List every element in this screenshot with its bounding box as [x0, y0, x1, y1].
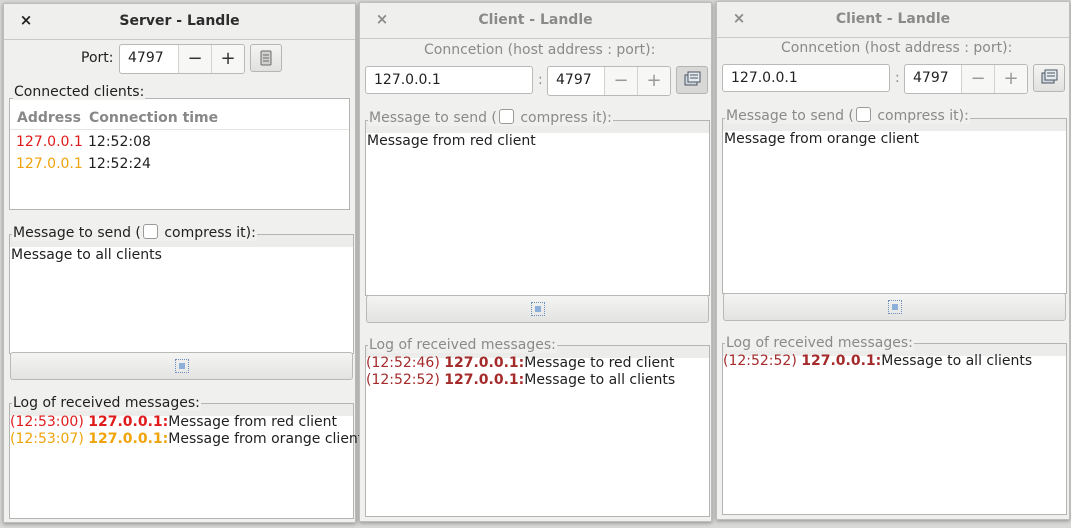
log-text: Message from orange client [168, 431, 364, 447]
connect-button[interactable] [676, 66, 708, 94]
log-box: (12:52:46) 127.0.0.1:Message to red clie… [365, 345, 710, 517]
connection-label: Conncetion (host address : port): [424, 42, 656, 58]
connection-label: Conncetion (host address : port): [781, 40, 1013, 56]
message-text[interactable]: Message to all clients [11, 247, 162, 263]
port-value[interactable]: 4797 [548, 67, 604, 95]
compress-label: compress it): [877, 108, 969, 124]
host-input[interactable]: 127.0.0.1 [722, 64, 890, 92]
log-entry: (12:52:52) 127.0.0.1:Message to all clie… [723, 353, 1032, 369]
log-time: (12:52:46) [366, 355, 440, 371]
server-titlebar[interactable]: × Server - Landle [4, 4, 355, 40]
log-address: 127.0.0.1: [801, 353, 882, 369]
message-box[interactable]: Message from red client [365, 120, 710, 296]
send-label: Message to send ( compress it): [368, 109, 613, 126]
port-decrement-button[interactable]: − [178, 45, 211, 73]
compress-label: compress it): [520, 110, 612, 126]
send-icon [887, 300, 902, 314]
log-address: 127.0.0.1: [88, 431, 169, 447]
port-value[interactable]: 4797 [120, 45, 178, 73]
log-time: (12:52:52) [723, 353, 797, 369]
log-text: Message from red client [168, 414, 337, 430]
send-label-text: Message to send ( [369, 110, 497, 126]
message-box[interactable]: Message from orange client [722, 118, 1067, 294]
log-address: 127.0.0.1: [444, 355, 525, 371]
client-time: 12:52:08 [88, 134, 151, 150]
log-address: 127.0.0.1: [444, 372, 525, 388]
message-text[interactable]: Message from orange client [724, 131, 919, 147]
send-icon [174, 359, 189, 373]
host-input[interactable]: 127.0.0.1 [365, 66, 533, 94]
column-connection-time[interactable]: Connection time [89, 110, 218, 126]
send-label: Message to send ( compress it): [725, 107, 970, 124]
port-increment-button[interactable]: + [637, 67, 670, 95]
port-value[interactable]: 4797 [905, 65, 961, 93]
send-label: Message to send ( compress it): [12, 224, 257, 241]
message-box[interactable]: Message to all clients [9, 234, 354, 354]
host-port-separator: : [895, 70, 900, 86]
window-title: Client - Landle [835, 11, 951, 27]
server-icon [260, 50, 272, 66]
port-spinner[interactable]: 4797 − + [547, 66, 671, 96]
send-icon [530, 302, 545, 316]
client-address: 127.0.0.1 [16, 156, 83, 172]
send-button[interactable] [366, 295, 709, 323]
port-decrement-button[interactable]: − [604, 67, 637, 95]
host-port-separator: : [538, 72, 543, 88]
window-title: Client - Landle [478, 12, 593, 28]
port-spinner[interactable]: 4797 − + [119, 44, 245, 74]
column-address[interactable]: Address [17, 110, 81, 126]
log-entry: (12:52:52) 127.0.0.1:Message to all clie… [366, 372, 675, 388]
server-window: × Server - Landle Port: 4797 − + Address… [3, 3, 363, 523]
log-text: Message to all clients [881, 353, 1033, 369]
port-decrement-button[interactable]: − [961, 65, 994, 93]
log-text: Message to all clients [524, 372, 676, 388]
connect-icon [1041, 69, 1058, 84]
connect-button[interactable] [1033, 64, 1065, 92]
client-titlebar[interactable]: × Client - Landle [360, 3, 711, 39]
port-increment-button[interactable]: + [211, 45, 244, 73]
clients-label: Connected clients: [13, 84, 146, 100]
window-title: Server - Landle [119, 13, 240, 29]
log-label: Log of received messages: [368, 337, 557, 353]
client-orange-window: × Client - Landle Conncetion (host addre… [716, 1, 1070, 520]
log-time: (12:53:07) [10, 431, 84, 447]
client-address: 127.0.0.1 [16, 134, 83, 150]
log-time: (12:53:00) [10, 414, 84, 430]
client-red-window: × Client - Landle Conncetion (host addre… [359, 2, 712, 522]
send-label-text: Message to send ( [13, 225, 141, 241]
compress-checkbox[interactable] [142, 224, 158, 239]
log-label: Log of received messages: [12, 395, 201, 411]
compress-label: compress it): [164, 225, 256, 241]
send-button[interactable] [10, 352, 353, 380]
message-text[interactable]: Message from red client [367, 133, 536, 149]
client-titlebar[interactable]: × Client - Landle [717, 2, 1069, 38]
port-increment-button[interactable]: + [994, 65, 1027, 93]
start-server-button[interactable] [250, 44, 282, 72]
connect-icon [684, 71, 701, 86]
compress-checkbox[interactable] [855, 107, 871, 122]
port-label: Port: [81, 50, 114, 66]
log-box: (12:52:52) 127.0.0.1:Message to all clie… [722, 343, 1067, 515]
log-entry: (12:53:07) 127.0.0.1:Message from orange… [10, 431, 363, 447]
compress-checkbox[interactable] [498, 109, 514, 124]
log-time: (12:52:52) [366, 372, 440, 388]
log-text: Message to red client [524, 355, 675, 371]
port-spinner[interactable]: 4797 − + [904, 64, 1028, 94]
log-label: Log of received messages: [725, 335, 914, 351]
clients-table: Address Connection time 127.0.0.1 12:52:… [9, 98, 350, 210]
log-box: (12:53:00) 127.0.0.1:Message from red cl… [9, 403, 363, 519]
log-entry: (12:53:00) 127.0.0.1:Message from red cl… [10, 414, 337, 430]
send-button[interactable] [723, 293, 1066, 321]
log-address: 127.0.0.1: [88, 414, 169, 430]
log-entry: (12:52:46) 127.0.0.1:Message to red clie… [366, 355, 674, 371]
send-label-text: Message to send ( [726, 108, 854, 124]
client-time: 12:52:24 [88, 156, 151, 172]
